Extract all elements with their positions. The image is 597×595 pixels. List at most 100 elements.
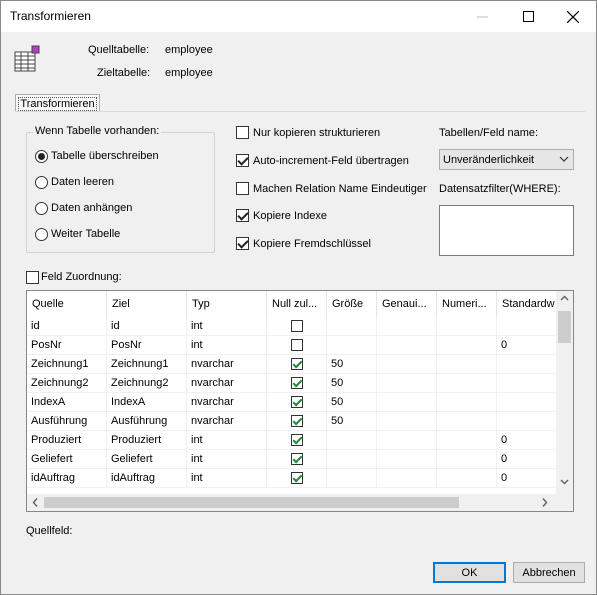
tab-transform[interactable]: Transformieren bbox=[15, 94, 100, 112]
radio-continue-table[interactable] bbox=[35, 228, 48, 241]
scroll-left-icon[interactable] bbox=[31, 497, 40, 508]
cell-size[interactable]: 50 bbox=[327, 412, 377, 431]
cell-precision[interactable] bbox=[377, 355, 437, 374]
ok-button[interactable]: OK bbox=[433, 562, 506, 583]
cell-source[interactable]: idAuftrag bbox=[27, 469, 107, 488]
cell-source[interactable]: Produziert bbox=[27, 431, 107, 450]
cell-numeric[interactable] bbox=[437, 450, 497, 469]
horizontal-scrollbar[interactable] bbox=[27, 494, 556, 511]
cell-numeric[interactable] bbox=[437, 412, 497, 431]
checkbox-field-mapping[interactable] bbox=[26, 271, 39, 284]
cell-target[interactable]: IndexA bbox=[107, 393, 187, 412]
cell-type[interactable]: nvarchar bbox=[187, 374, 267, 393]
table-row[interactable]: Produziert Produziert int 0 bbox=[27, 431, 557, 450]
cell-numeric[interactable] bbox=[437, 431, 497, 450]
column-header-nullable[interactable]: Null zul... bbox=[267, 291, 327, 317]
cell-source[interactable]: Ausführung bbox=[27, 412, 107, 431]
cell-size[interactable]: 50 bbox=[327, 374, 377, 393]
cell-precision[interactable] bbox=[377, 317, 437, 336]
table-row[interactable]: id id int bbox=[27, 317, 557, 336]
nullable-checkbox[interactable] bbox=[291, 415, 303, 427]
cell-size[interactable] bbox=[327, 469, 377, 488]
table-row[interactable]: Zeichnung2 Zeichnung2 nvarchar 50 bbox=[27, 374, 557, 393]
cell-source[interactable]: Zeichnung2 bbox=[27, 374, 107, 393]
radio-overwrite-table[interactable] bbox=[35, 150, 48, 163]
column-header-target[interactable]: Ziel bbox=[107, 291, 187, 317]
column-header-source[interactable]: Quelle bbox=[27, 291, 107, 317]
cell-precision[interactable] bbox=[377, 469, 437, 488]
cell-size[interactable] bbox=[327, 450, 377, 469]
nullable-checkbox[interactable] bbox=[291, 453, 303, 465]
cancel-button[interactable]: Abbrechen bbox=[513, 562, 585, 583]
cell-source[interactable]: PosNr bbox=[27, 336, 107, 355]
cell-nullable[interactable] bbox=[267, 469, 327, 488]
checkbox-copy-foreign-keys[interactable] bbox=[236, 237, 249, 250]
cell-type[interactable]: int bbox=[187, 469, 267, 488]
cell-precision[interactable] bbox=[377, 431, 437, 450]
nullable-checkbox[interactable] bbox=[291, 339, 303, 351]
radio-clear-data[interactable] bbox=[35, 176, 48, 189]
cell-size[interactable] bbox=[327, 431, 377, 450]
naming-select[interactable]: Unveränderlichkeit bbox=[439, 149, 574, 170]
cell-numeric[interactable] bbox=[437, 469, 497, 488]
checkbox-auto-increment[interactable] bbox=[236, 154, 249, 167]
cell-target[interactable]: Zeichnung1 bbox=[107, 355, 187, 374]
cell-default[interactable] bbox=[497, 412, 557, 431]
cell-precision[interactable] bbox=[377, 412, 437, 431]
column-header-numeric[interactable]: Numeri... bbox=[437, 291, 497, 317]
cell-default[interactable]: 0 bbox=[497, 469, 557, 488]
cell-type[interactable]: nvarchar bbox=[187, 393, 267, 412]
column-header-precision[interactable]: Genaui... bbox=[377, 291, 437, 317]
table-row[interactable]: Geliefert Geliefert int 0 bbox=[27, 450, 557, 469]
cell-source[interactable]: id bbox=[27, 317, 107, 336]
cell-numeric[interactable] bbox=[437, 355, 497, 374]
scroll-right-icon[interactable] bbox=[540, 497, 549, 508]
cell-target[interactable]: id bbox=[107, 317, 187, 336]
table-row[interactable]: idAuftrag idAuftrag int 0 bbox=[27, 469, 557, 488]
cell-default[interactable]: 0 bbox=[497, 431, 557, 450]
cell-nullable[interactable] bbox=[267, 336, 327, 355]
radio-append-data[interactable] bbox=[35, 202, 48, 215]
cell-default[interactable] bbox=[497, 355, 557, 374]
nullable-checkbox[interactable] bbox=[291, 377, 303, 389]
cell-nullable[interactable] bbox=[267, 317, 327, 336]
table-row[interactable]: Ausführung Ausführung nvarchar 50 bbox=[27, 412, 557, 431]
cell-nullable[interactable] bbox=[267, 450, 327, 469]
cell-type[interactable]: int bbox=[187, 450, 267, 469]
cell-target[interactable]: Produziert bbox=[107, 431, 187, 450]
scroll-down-icon[interactable] bbox=[560, 477, 569, 486]
nullable-checkbox[interactable] bbox=[291, 396, 303, 408]
close-button[interactable] bbox=[550, 1, 596, 32]
cell-default[interactable] bbox=[497, 317, 557, 336]
table-row[interactable]: PosNr PosNr int 0 bbox=[27, 336, 557, 355]
cell-target[interactable]: PosNr bbox=[107, 336, 187, 355]
cell-size[interactable] bbox=[327, 317, 377, 336]
minimize-button[interactable] bbox=[459, 1, 505, 32]
scroll-up-icon[interactable] bbox=[560, 294, 569, 303]
cell-target[interactable]: idAuftrag bbox=[107, 469, 187, 488]
cell-size[interactable]: 50 bbox=[327, 355, 377, 374]
nullable-checkbox[interactable] bbox=[291, 358, 303, 370]
cell-type[interactable]: nvarchar bbox=[187, 412, 267, 431]
maximize-button[interactable] bbox=[505, 1, 551, 32]
cell-precision[interactable] bbox=[377, 393, 437, 412]
table-row[interactable]: IndexA IndexA nvarchar 50 bbox=[27, 393, 557, 412]
horizontal-scroll-thumb[interactable] bbox=[44, 497, 459, 508]
cell-source[interactable]: Zeichnung1 bbox=[27, 355, 107, 374]
cell-default[interactable]: 0 bbox=[497, 450, 557, 469]
column-header-size[interactable]: Größe bbox=[327, 291, 377, 317]
checkbox-copy-indexes[interactable] bbox=[236, 209, 249, 222]
cell-nullable[interactable] bbox=[267, 431, 327, 450]
checkbox-unique-relation-name[interactable] bbox=[236, 182, 249, 195]
cell-type[interactable]: int bbox=[187, 336, 267, 355]
cell-numeric[interactable] bbox=[437, 336, 497, 355]
cell-nullable[interactable] bbox=[267, 374, 327, 393]
cell-numeric[interactable] bbox=[437, 317, 497, 336]
cell-type[interactable]: int bbox=[187, 431, 267, 450]
cell-type[interactable]: nvarchar bbox=[187, 355, 267, 374]
cell-target[interactable]: Geliefert bbox=[107, 450, 187, 469]
cell-size[interactable]: 50 bbox=[327, 393, 377, 412]
cell-source[interactable]: Geliefert bbox=[27, 450, 107, 469]
cell-nullable[interactable] bbox=[267, 355, 327, 374]
cell-nullable[interactable] bbox=[267, 412, 327, 431]
